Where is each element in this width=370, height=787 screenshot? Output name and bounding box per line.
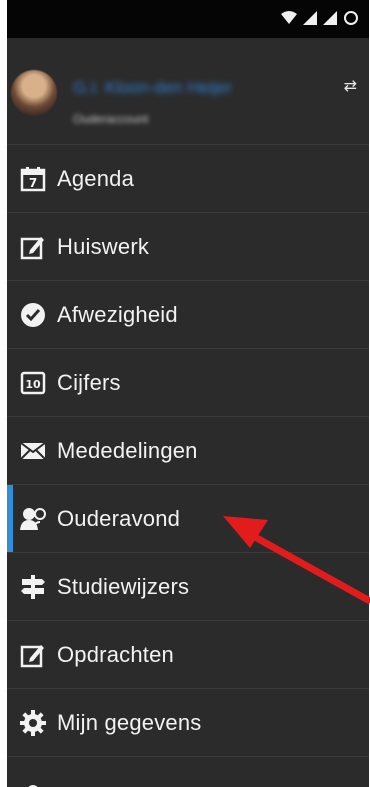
menu-label: Afwezigheid: [57, 301, 178, 327]
menu-label: Huiswerk: [57, 233, 150, 259]
menu-item-mijn-gegevens[interactable]: Mijn gegevens: [7, 688, 369, 756]
navigation-drawer: G.I. Kloon-den Heijer Ouderaccount ⇄ 7 A…: [7, 0, 369, 787]
status-bar: [7, 0, 369, 38]
signal-icon: [303, 11, 317, 25]
check-circle-icon: [19, 301, 47, 329]
loading-circle-icon: [344, 11, 358, 25]
grades-10-icon: 10: [19, 369, 47, 397]
menu-item-mededelingen[interactable]: Mededelingen: [7, 416, 369, 484]
menu-item-studiewijzers[interactable]: Studiewijzers: [7, 552, 369, 620]
edit-icon: [19, 641, 47, 669]
menu-item-partial[interactable]: [7, 756, 369, 787]
status-icons: [281, 10, 359, 26]
menu-item-agenda[interactable]: 7 Agenda: [7, 144, 369, 212]
envelope-icon: [19, 437, 47, 465]
switch-account-icon[interactable]: ⇄: [344, 76, 357, 96]
svg-text:10: 10: [25, 378, 41, 391]
signal-icon-2: [323, 11, 337, 25]
user-subtitle: Ouderaccount: [73, 112, 149, 126]
menu-label: Mededelingen: [57, 437, 198, 463]
menu-label: Mijn gegevens: [57, 709, 202, 735]
gear-icon: [19, 709, 47, 737]
menu-item-huiswerk[interactable]: Huiswerk: [7, 212, 369, 280]
menu-label: Studiewijzers: [57, 573, 190, 599]
drawer-menu: 7 Agenda Huiswerk Afwezigheid 10 Cijfers…: [7, 144, 369, 787]
menu-label: Ouderavond: [57, 505, 181, 531]
menu-item-ouderavond[interactable]: Ouderavond: [7, 484, 369, 552]
menu-label: Agenda: [57, 165, 135, 191]
user-name: G.I. Kloon-den Heijer: [73, 78, 232, 97]
menu-item-afwezigheid[interactable]: Afwezigheid: [7, 280, 369, 348]
account-header: G.I. Kloon-den Heijer Ouderaccount ⇄: [7, 38, 369, 144]
svg-text:7: 7: [29, 176, 37, 190]
wifi-icon: [281, 11, 297, 24]
edit-icon: [19, 233, 47, 261]
calendar-icon: 7: [19, 165, 47, 193]
menu-label: Opdrachten: [57, 641, 174, 667]
menu-item-cijfers[interactable]: 10 Cijfers: [7, 348, 369, 416]
avatar[interactable]: [11, 70, 57, 116]
menu-label: Cijfers: [57, 369, 121, 395]
partial-icon: [19, 777, 47, 787]
menu-item-opdrachten[interactable]: Opdrachten: [7, 620, 369, 688]
parent-teacher-icon: [19, 505, 47, 533]
signpost-icon: [19, 573, 47, 601]
